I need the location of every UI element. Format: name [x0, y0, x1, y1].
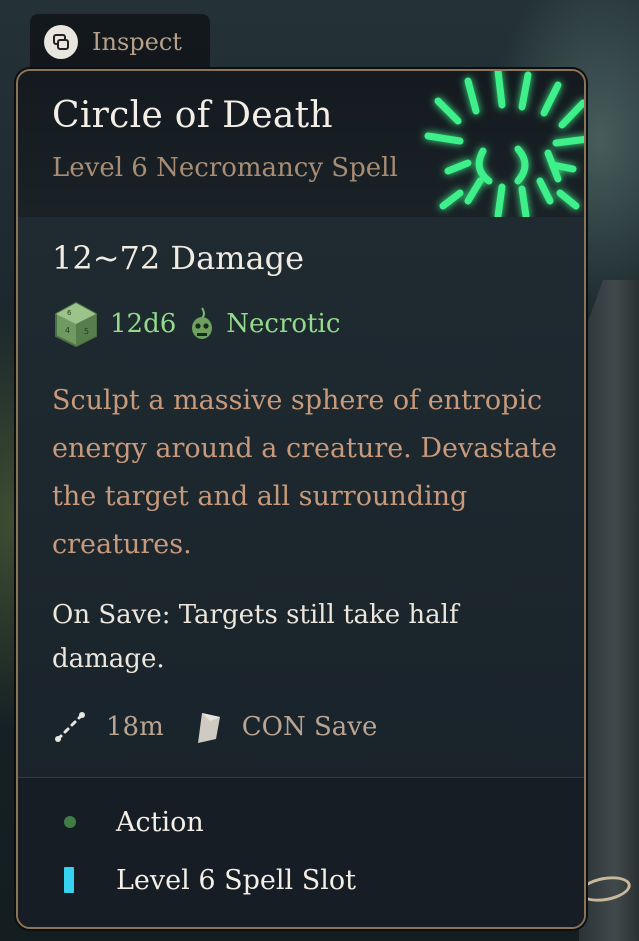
save-type: CON Save — [241, 712, 378, 742]
tooltip-body: 12~72 Damage 6 4 5 12d6 Necrotic Sculpt … — [18, 217, 584, 927]
cost-row-spell-slot: Level 6 Spell Slot — [58, 860, 356, 900]
action-dot-icon — [64, 816, 76, 828]
cost-row-action: Action — [58, 802, 204, 842]
inspect-label: Inspect — [92, 28, 182, 56]
cost-spell-slot-label: Level 6 Spell Slot — [116, 864, 356, 896]
background-character-cloak — [579, 280, 639, 941]
range-icon — [55, 712, 85, 742]
dice-icon: 6 4 5 — [55, 301, 97, 348]
damage-dice-row: 6 4 5 12d6 Necrotic — [52, 299, 340, 349]
spell-slot-icon — [64, 867, 74, 893]
necrotic-skull-icon — [192, 307, 213, 339]
damage-range: 12~72 Damage — [52, 239, 304, 277]
range-value: 18m — [106, 712, 164, 742]
svg-text:5: 5 — [84, 327, 89, 336]
spell-subtitle: Level 6 Necromancy Spell — [52, 153, 398, 183]
svg-text:6: 6 — [67, 309, 72, 317]
spell-title: Circle of Death — [52, 95, 333, 136]
spell-stats-row: 18m CON Save — [52, 707, 377, 747]
saving-throw-icon — [197, 713, 220, 743]
on-save-text: On Save: Targets still take half damage. — [52, 600, 459, 674]
damage-type: Necrotic — [226, 309, 341, 339]
spell-description: Sculpt a massive sphere of entropic ener… — [52, 385, 557, 560]
cost-section: Action Level 6 Spell Slot — [18, 777, 584, 927]
tooltip-header: Circle of Death Level 6 Necromancy Spell — [18, 71, 584, 220]
inspect-tab[interactable]: Inspect — [30, 14, 210, 70]
dice-value: 12d6 — [110, 309, 177, 339]
spell-tooltip: Circle of Death Level 6 Necromancy Spell… — [16, 69, 586, 929]
inspect-button-icon[interactable] — [44, 25, 78, 59]
cost-action-label: Action — [116, 806, 204, 838]
svg-text:4: 4 — [65, 326, 70, 335]
